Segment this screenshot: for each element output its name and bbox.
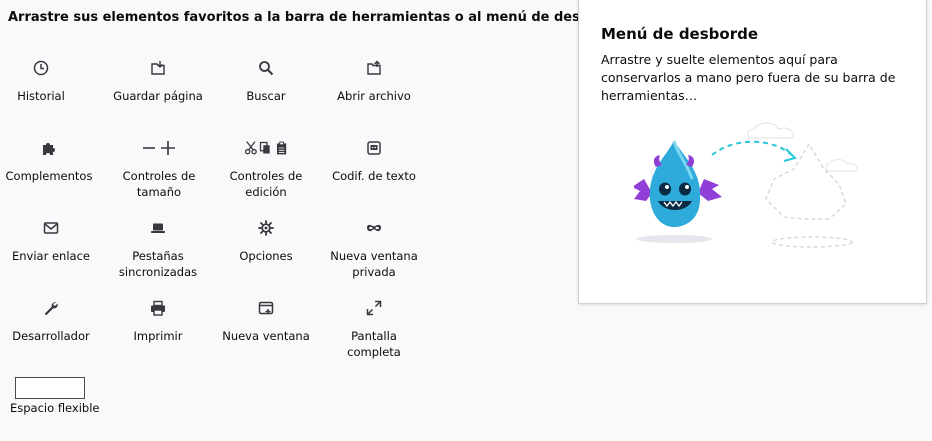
palette-item-label: Enviar enlace — [12, 249, 90, 263]
overflow-menu-panel[interactable]: Menú de desborde Arrastre y suelte eleme… — [578, 0, 927, 304]
palette-item-label: Controles de tamaño — [122, 169, 196, 199]
text-encoding-icon — [367, 141, 381, 155]
overflow-mascot-illustration — [634, 122, 858, 248]
palette-item-label: Espacio flexible — [10, 401, 100, 415]
palette-item-label: Pantalla completa — [347, 329, 401, 359]
palette-item-label: Nueva ventana — [222, 329, 310, 343]
overflow-panel-title: Menú de desborde — [601, 25, 759, 43]
palette-item-label: Nueva ventana privada — [330, 249, 418, 279]
fullscreen-icon — [366, 300, 382, 316]
palette-item-edit-controls[interactable]: Controles de edición — [211, 130, 321, 206]
palette-item-flexible-space[interactable]: Espacio flexible — [0, 400, 100, 416]
gear-icon — [258, 220, 274, 236]
palette-item-search[interactable]: Buscar — [211, 50, 321, 126]
search-icon — [259, 61, 274, 76]
palette-item-label: Imprimir — [133, 329, 183, 343]
new-window-icon — [258, 301, 274, 315]
palette-item-label: Pestañas sincronizadas — [118, 249, 198, 279]
palette-item-label: Complementos — [5, 169, 93, 183]
open-file-icon — [367, 60, 381, 75]
overflow-panel-description: Arrastre y suelte elementos aquí para co… — [601, 52, 896, 103]
palette-item-label: Opciones — [239, 249, 293, 263]
puzzle-icon — [43, 143, 55, 155]
private-mask-icon — [367, 224, 381, 232]
palette-item-history[interactable]: Historial — [0, 50, 96, 126]
palette-item-zoom-controls[interactable]: Controles de tamaño — [104, 130, 214, 206]
palette-item-email-link[interactable]: Enviar enlace — [0, 210, 106, 286]
palette-item-text-encoding[interactable]: Codif. de texto — [319, 130, 429, 206]
save-page-icon — [151, 61, 165, 75]
palette-item-addons[interactable]: Complementos — [0, 130, 104, 206]
palette-item-label: Buscar — [246, 89, 286, 103]
palette-item-save-page[interactable]: Guardar página — [103, 50, 213, 126]
palette-item-label: Guardar página — [113, 89, 203, 103]
mail-icon — [43, 222, 59, 234]
palette-item-label: Controles de edición — [229, 169, 303, 199]
palette-item-label: Historial — [17, 89, 65, 103]
palette-item-label: Desarrollador — [12, 329, 90, 343]
edit-controls-icon — [244, 141, 287, 155]
printer-icon — [151, 300, 165, 316]
flexible-space-preview[interactable] — [15, 377, 85, 399]
palette-item-private-window[interactable]: Nueva ventana privada — [319, 210, 429, 286]
palette-item-print[interactable]: Imprimir — [103, 290, 213, 366]
palette-item-open-file[interactable]: Abrir archivo — [319, 50, 429, 126]
palette-item-label: Codif. de texto — [332, 169, 416, 183]
palette-item-developer[interactable]: Desarrollador — [0, 290, 106, 366]
synced-tabs-icon — [151, 223, 165, 233]
clock-icon — [33, 60, 49, 76]
zoom-controls-icon — [143, 141, 175, 155]
palette-item-synced-tabs[interactable]: Pestañas sincronizadas — [103, 210, 213, 286]
wrench-icon — [45, 302, 58, 315]
palette-item-options[interactable]: Opciones — [211, 210, 321, 286]
palette-item-label: Abrir archivo — [337, 89, 411, 103]
palette-item-new-window[interactable]: Nueva ventana — [211, 290, 321, 366]
palette-item-fullscreen[interactable]: Pantalla completa — [319, 290, 429, 366]
instructions-text: Arrastre sus elementos favoritos a la ba… — [8, 10, 628, 25]
